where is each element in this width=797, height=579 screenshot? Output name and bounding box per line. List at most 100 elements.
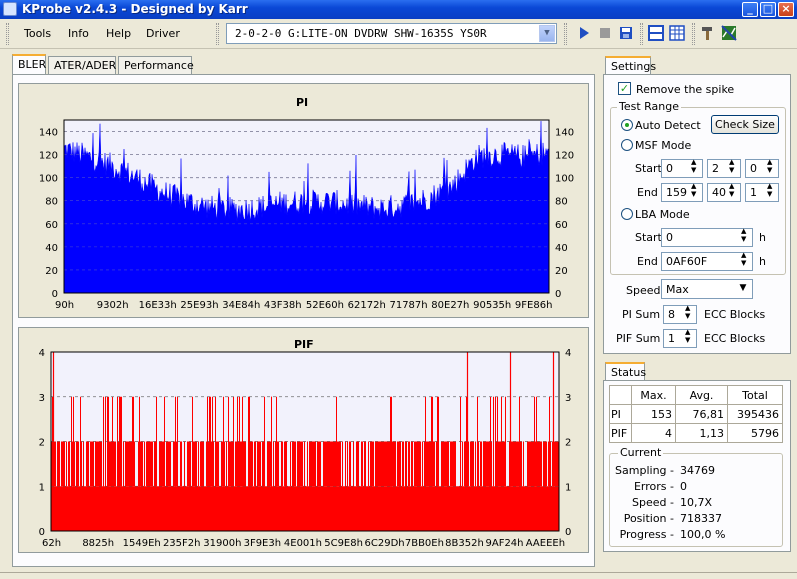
- spin-icon[interactable]: [728, 182, 739, 200]
- spin-icon[interactable]: [740, 251, 751, 269]
- table-header: Max.: [631, 385, 676, 405]
- menu-info[interactable]: Info: [68, 27, 89, 40]
- tab-bler[interactable]: BLER: [12, 54, 46, 74]
- msf-start-sec-field[interactable]: 2: [707, 158, 741, 178]
- spin-icon[interactable]: [690, 182, 701, 200]
- table-cell: 5796: [727, 423, 783, 443]
- spin-icon[interactable]: [766, 182, 777, 200]
- y-tick-label-left: 3: [39, 393, 45, 404]
- msf-end-sec-field[interactable]: 40: [707, 182, 741, 202]
- y-tick-label-left: 1: [39, 482, 45, 493]
- tab-label: Settings: [611, 60, 657, 73]
- toolbar-grip[interactable]: [6, 23, 9, 45]
- x-tick-label: 25E93h: [180, 300, 218, 311]
- lba-mode-radio[interactable]: [621, 208, 633, 220]
- lba-mode-label: LBA Mode: [635, 208, 690, 221]
- graph-tool-icon[interactable]: [721, 25, 737, 41]
- spin-icon[interactable]: [766, 158, 777, 176]
- x-tick-label: 16E33h: [139, 300, 177, 311]
- drive-select-value: 2-0-2-0 G:LITE-ON DVDRW SHW-1635S YS0R: [235, 27, 487, 40]
- x-tick-label: 4E001h: [284, 538, 322, 549]
- lba-start-field[interactable]: 0: [661, 227, 753, 247]
- toolbar-grip[interactable]: [564, 23, 567, 45]
- tab-ater-ader[interactable]: ATER/ADER: [48, 56, 116, 74]
- tab-status[interactable]: Status: [605, 362, 646, 382]
- title-bar[interactable]: KProbe v2.4.3 - Designed by Karr _ □ ×: [0, 0, 797, 19]
- x-tick-label: 8B352h: [445, 538, 484, 549]
- msf-end-min-field[interactable]: 159: [661, 182, 703, 202]
- maximize-button[interactable]: □: [760, 2, 776, 17]
- auto-detect-radio[interactable]: [621, 119, 633, 131]
- chevron-down-icon[interactable]: ▼: [539, 25, 555, 42]
- lba-end-field[interactable]: 0AF60F: [661, 251, 753, 271]
- msf-start-frame-field[interactable]: 0: [745, 158, 779, 178]
- field-value: 159: [666, 186, 687, 199]
- toolbar-grip[interactable]: [692, 23, 695, 45]
- x-tick-label: 9302h: [97, 300, 129, 311]
- menu-driver[interactable]: Driver: [146, 27, 180, 40]
- stop-icon[interactable]: [597, 25, 613, 41]
- minimize-button[interactable]: _: [742, 2, 758, 17]
- y-tick-label-right: 120: [555, 151, 574, 162]
- y-tick-label-right: 0: [565, 527, 571, 538]
- x-tick-label: 80E27h: [431, 300, 469, 311]
- current-label: Current: [618, 446, 664, 459]
- save-icon[interactable]: [618, 25, 634, 41]
- bler-tab-panel: PI 0 0 20 20 40 40 60 60 80 80 100 100 120 120 140 140 9…: [12, 74, 595, 567]
- spin-icon[interactable]: [740, 227, 751, 245]
- menu-toolbar: Tools Info Help Driver 2-0-2-0 G:LITE-ON…: [0, 19, 797, 49]
- progress-value: 100,0 %: [680, 528, 726, 541]
- hammer-icon[interactable]: [700, 25, 716, 41]
- table-header: [609, 385, 632, 405]
- tab-performance[interactable]: Performance: [118, 56, 194, 74]
- field-value: 8: [668, 308, 675, 321]
- table-header-row: Max. Avg. Total: [609, 385, 783, 405]
- msf-end-label: End: [637, 186, 658, 199]
- y-tick-label-right: 80: [555, 197, 568, 208]
- close-button[interactable]: ×: [778, 2, 794, 17]
- pif-chart: 0 0 1 1 2 2 3 3 4 4 62h 8825h 1549Eh 235F2h 31900h 3F9E…: [39, 348, 572, 549]
- y-tick-label-right: 40: [555, 243, 568, 254]
- drive-select[interactable]: 2-0-2-0 G:LITE-ON DVDRW SHW-1635S YS0R ▼: [226, 23, 557, 44]
- x-tick-label: 9AF24h: [485, 538, 523, 549]
- grid-view-icon[interactable]: [669, 25, 685, 41]
- pif-sum-field[interactable]: 1: [663, 328, 697, 348]
- x-tick-label: 31900h: [203, 538, 241, 549]
- menu-help[interactable]: Help: [106, 27, 131, 40]
- status-table: Max. Avg. Total PI 153 76,81 395436 PIF …: [609, 385, 783, 443]
- msf-start-min-field[interactable]: 0: [661, 158, 703, 178]
- play-icon[interactable]: [576, 25, 592, 41]
- field-value: 1: [750, 186, 757, 199]
- x-tick-label: 6C29Dh: [365, 538, 405, 549]
- msf-end-frame-field[interactable]: 1: [745, 182, 779, 202]
- spin-icon[interactable]: [690, 158, 701, 176]
- x-tick-label: 62172h: [348, 300, 386, 311]
- y-tick-label-right: 1: [565, 482, 571, 493]
- status-panel: Max. Avg. Total PI 153 76,81 395436 PIF …: [603, 380, 791, 552]
- tab-label: ATER/ADER: [54, 59, 117, 72]
- errors-value: 0: [680, 480, 687, 493]
- y-tick-label-right: 2: [565, 438, 571, 449]
- x-tick-label: 9FE86h: [515, 300, 553, 311]
- check-size-button[interactable]: Check Size: [711, 115, 779, 134]
- pi-chart-panel: PI 0 0 20 20 40 40 60 60 80 80 100 100 120 120 140 140 9…: [18, 83, 589, 318]
- pi-sum-field[interactable]: 8: [663, 304, 697, 324]
- app-icon: [3, 2, 17, 16]
- pi-chart: 0 0 20 20 40 40 60 60 80 80 100 100 120 120 140 140 90h 9…: [39, 119, 574, 311]
- split-view-icon[interactable]: [648, 25, 664, 41]
- y-tick-label-left: 40: [45, 243, 58, 254]
- msf-start-label: Start: [635, 162, 662, 175]
- menu-tools[interactable]: Tools: [24, 27, 51, 40]
- y-tick-label-left: 4: [39, 348, 45, 359]
- remove-spike-checkbox[interactable]: ✓: [618, 82, 631, 95]
- toolbar-grip[interactable]: [216, 23, 219, 45]
- toolbar-grip[interactable]: [640, 23, 643, 45]
- spin-icon[interactable]: [684, 304, 695, 322]
- tab-settings[interactable]: Settings: [605, 56, 656, 76]
- msf-mode-radio[interactable]: [621, 139, 633, 151]
- spin-icon[interactable]: [684, 328, 695, 346]
- spin-icon[interactable]: [728, 158, 739, 176]
- current-group: Current Sampling - 34769 Errors - 0 Spee…: [609, 446, 783, 547]
- speed-select[interactable]: Max ▼: [661, 279, 753, 299]
- chevron-down-icon[interactable]: ▼: [735, 281, 751, 297]
